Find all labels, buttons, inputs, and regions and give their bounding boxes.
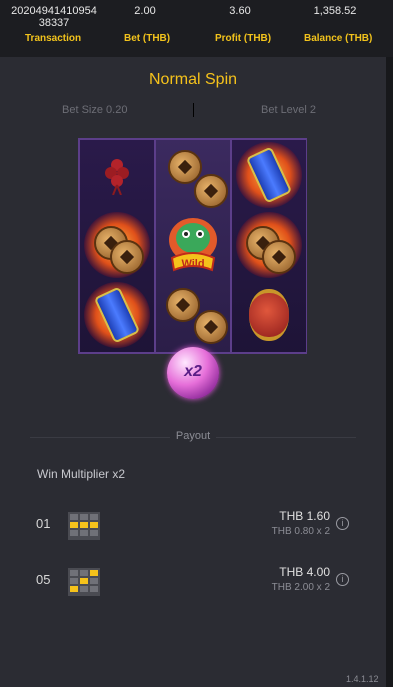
- balance-label: Balance (THB): [304, 33, 373, 44]
- transaction-label: Transaction: [25, 33, 82, 44]
- coin-icon: [168, 150, 202, 184]
- payout-divider-right: [216, 437, 356, 438]
- reel-cell: [80, 210, 154, 280]
- info-icon[interactable]: i: [336, 517, 349, 530]
- win-multiplier: Win Multiplier x2: [37, 467, 126, 481]
- reel-cell: [80, 280, 154, 350]
- reel-cell: [232, 280, 306, 350]
- knot-icon: [105, 159, 129, 195]
- bet-size: Bet Size 0.20: [62, 104, 128, 116]
- svg-text:Wild: Wild: [181, 258, 204, 270]
- profit-value: 3.60: [229, 5, 251, 17]
- reel-cell: Wild: [156, 210, 230, 280]
- payline-pattern-icon: [68, 512, 100, 540]
- bet-divider: [193, 103, 194, 117]
- reel-cell: [156, 140, 230, 210]
- transaction-id-cont: 38337: [38, 17, 70, 29]
- reel-1: [80, 140, 154, 352]
- payline-pattern-icon: [68, 568, 100, 596]
- bet-level: Bet Level 2: [261, 104, 317, 116]
- payline-detail: THB 2.00 x 2: [271, 582, 330, 593]
- multiplier-value: x2: [184, 363, 202, 380]
- balance-column: 1,358.52: [303, 5, 367, 17]
- payline-amount: THB 1.60: [279, 509, 330, 523]
- reel-2: Wild: [156, 140, 230, 352]
- scroll-track: [386, 0, 393, 687]
- lantern-icon: [249, 289, 289, 341]
- coin-icon: [166, 288, 200, 322]
- coin-icon: [262, 240, 296, 274]
- reel-3: [232, 140, 306, 352]
- bet-label: Bet (THB): [124, 33, 171, 44]
- payline-amount: THB 4.00: [279, 565, 330, 579]
- bet-value: 2.00: [134, 5, 156, 17]
- coin-icon: [194, 310, 228, 344]
- transaction-id: 20204941410954: [11, 5, 97, 17]
- coin-icon: [194, 174, 228, 208]
- multiplier-bubble-icon: x2: [167, 347, 219, 399]
- payline-id: 01: [36, 516, 51, 531]
- reel-cell: [232, 210, 306, 280]
- reel-cell: [156, 280, 230, 350]
- profit-label: Profit (THB): [215, 33, 272, 44]
- spin-title: Normal Spin: [148, 71, 238, 88]
- profit-column: 3.60: [215, 5, 265, 17]
- history-header: 20204941410954 38337 Transaction 2.00 Be…: [0, 0, 393, 57]
- payout-heading: Payout: [175, 430, 211, 442]
- payline-detail: THB 0.80 x 2: [271, 526, 330, 537]
- info-icon[interactable]: i: [336, 573, 349, 586]
- reel-cell: [232, 140, 306, 210]
- coin-icon: [110, 240, 144, 274]
- version-label: 1.4.1.12: [346, 674, 379, 684]
- transaction-column: 20204941410954 38337: [8, 5, 100, 29]
- reel-cell: [80, 140, 154, 210]
- wild-dragon-icon: Wild: [169, 218, 217, 272]
- bet-column: 2.00: [120, 5, 170, 17]
- balance-value: 1,358.52: [313, 5, 357, 17]
- reel-grid: Wild: [78, 138, 307, 354]
- payline-id: 05: [36, 572, 51, 587]
